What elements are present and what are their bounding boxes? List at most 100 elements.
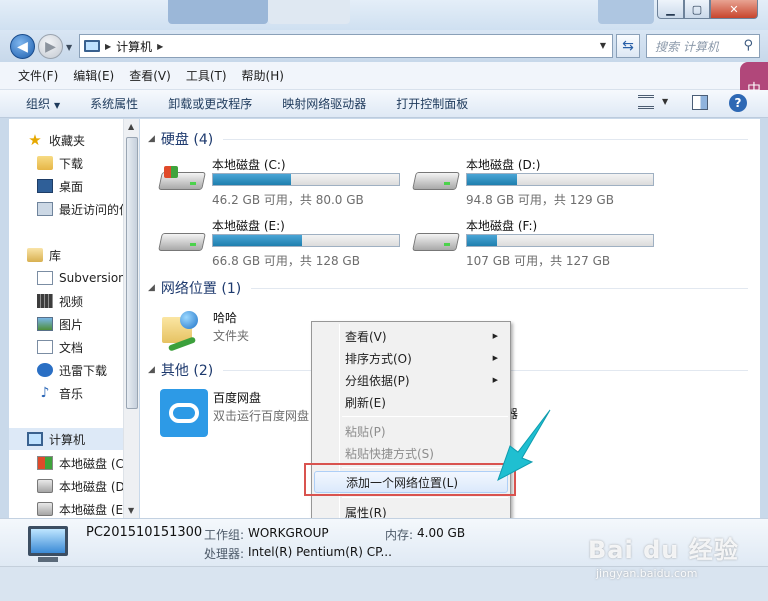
music-note-icon: ♪	[40, 385, 50, 401]
drive-tile[interactable]: 本地磁盘 (E:) 66.8 GB 可用，共 128 GB	[158, 217, 410, 269]
scroll-thumb[interactable]	[126, 137, 138, 409]
nav-label: 本地磁盘 (D	[59, 479, 125, 494]
breadcrumb-computer[interactable]: 计算机	[116, 38, 152, 55]
menu-separator	[342, 416, 508, 417]
minimize-button[interactable]: ▁	[657, 0, 684, 19]
memory-value: 4.00 GB	[417, 526, 466, 540]
star-icon: ★	[28, 131, 42, 149]
baidu-netdisk-item[interactable]: 百度网盘 双击运行百度网盘	[160, 389, 310, 439]
forward-button[interactable]: ▶	[38, 34, 63, 59]
search-icon[interactable]: ⚲	[743, 38, 753, 53]
section-hard-disks[interactable]: ◢ 硬盘 (4)	[148, 129, 748, 149]
section-network-locations[interactable]: ◢ 网络位置 (1)	[148, 278, 748, 298]
hard-drive-icon	[412, 166, 460, 194]
nav-label: 下载	[59, 156, 84, 171]
submenu-arrow-icon: ▶	[492, 332, 498, 340]
change-view-icon[interactable]	[638, 95, 654, 109]
background-window-tab	[168, 0, 268, 24]
system-properties-button[interactable]: 系统属性	[90, 95, 138, 112]
nav-computer[interactable]: 计算机	[9, 428, 124, 450]
item-name: 百度网盘	[213, 391, 262, 405]
menu-item-refresh[interactable]: 刷新(E)	[314, 391, 508, 413]
nav-scrollbar[interactable]: ▲ ▼	[123, 119, 139, 518]
menu-item-label: 排序方式(O)	[345, 351, 412, 366]
highlight-box	[304, 463, 516, 496]
organize-button[interactable]: 组织 ▼	[26, 95, 60, 112]
annotation-arrow-icon	[497, 409, 551, 482]
menu-edit[interactable]: 编辑(E)	[73, 67, 114, 84]
scroll-down-icon[interactable]: ▼	[128, 506, 134, 515]
folder-icon	[37, 156, 53, 170]
hard-drive-icon	[37, 502, 53, 516]
open-control-panel-button[interactable]: 打开控制面板	[396, 95, 468, 112]
menu-tools[interactable]: 工具(T)	[186, 67, 227, 84]
drive-tile[interactable]: 本地磁盘 (D:) 94.8 GB 可用，共 129 GB	[412, 156, 664, 208]
breadcrumb-chevron-icon[interactable]: ▶	[105, 42, 111, 51]
item-type: 文件夹	[213, 329, 250, 343]
processor-value: Intel(R) Pentium(R) CP...	[248, 545, 392, 559]
drive-usage-bar	[466, 234, 654, 247]
item-description: 双击运行百度网盘	[213, 409, 310, 423]
menu-help[interactable]: 帮助(H)	[242, 67, 284, 84]
map-network-drive-button[interactable]: 映射网络驱动器	[282, 95, 366, 112]
address-bar[interactable]: ▶ 计算机 ▶ ▼	[79, 34, 613, 58]
menu-separator	[342, 497, 508, 498]
nav-label: 迅雷下载	[59, 363, 108, 378]
recent-places-icon	[37, 202, 53, 216]
memory-label: 内存:	[385, 528, 414, 542]
preview-pane-icon[interactable]	[692, 95, 708, 110]
menu-item-paste[interactable]: 粘贴(P)	[314, 420, 508, 442]
maximize-button[interactable]: ▢	[684, 0, 710, 19]
nav-label: 桌面	[59, 179, 84, 194]
nav-label: Subversion	[59, 271, 126, 285]
workgroup-label: 工作组:	[204, 528, 245, 542]
menu-item-view[interactable]: 查看(V) ▶	[314, 325, 508, 347]
picture-icon	[37, 317, 53, 331]
menu-bar: 文件(F) 编辑(E) 查看(V) 工具(T) 帮助(H)	[0, 62, 768, 90]
chevron-down-icon: ▼	[54, 101, 61, 110]
drive-free-space: 46.2 GB 可用，共 80.0 GB	[212, 193, 364, 207]
nav-label: 本地磁盘 (C	[59, 456, 124, 471]
menu-item-paste-shortcut[interactable]: 粘贴快捷方式(S)	[314, 442, 508, 464]
address-dropdown-icon[interactable]: ▼	[600, 41, 606, 50]
back-button[interactable]: ◀	[10, 34, 35, 59]
item-name: 哈哈	[213, 311, 238, 325]
drive-tile[interactable]: 本地磁盘 (F:) 107 GB 可用，共 127 GB	[412, 217, 664, 269]
menu-file[interactable]: 文件(F)	[18, 67, 58, 84]
navigation-bar: ◀ ▶ ▼ ▶ 计算机 ▶ ▼ ⇆ 搜索 计算机 ⚲	[0, 30, 768, 62]
computer-stand	[38, 557, 58, 562]
baidu-netdisk-icon	[160, 389, 208, 437]
computer-name: PC201510151300	[86, 525, 203, 540]
xunlei-icon	[37, 363, 53, 377]
navigation-pane: ★ 收藏夹 下载 桌面 最近访问的位 库 Subversion 视频 图片 文档 …	[9, 119, 139, 518]
close-button[interactable]: ✕	[710, 0, 758, 19]
nav-label: 音乐	[59, 386, 84, 401]
menu-item-label: 刷新(E)	[345, 395, 386, 410]
menu-view[interactable]: 查看(V)	[129, 67, 171, 84]
menu-item-group-by[interactable]: 分组依据(P) ▶	[314, 369, 508, 391]
uninstall-program-button[interactable]: 卸载或更改程序	[168, 95, 252, 112]
drive-usage-bar	[212, 234, 400, 247]
network-location-item[interactable]: 哈哈 文件夹	[160, 309, 280, 353]
breadcrumb-chevron-icon[interactable]: ▶	[157, 42, 163, 51]
background-window-tab	[598, 0, 654, 24]
windows-drive-icon	[158, 166, 206, 194]
document-icon	[37, 271, 53, 285]
section-title: 网络位置 (1)	[160, 281, 242, 297]
help-icon[interactable]: ?	[729, 94, 747, 112]
workgroup-value: WORKGROUP	[248, 526, 329, 540]
hard-drive-icon	[158, 227, 206, 255]
menu-item-label: 分组依据(P)	[345, 373, 410, 388]
organize-label: 组织	[26, 97, 51, 111]
refresh-button[interactable]: ⇆	[616, 34, 640, 58]
baidu-jingyan-watermark: Bai du 经验	[588, 536, 739, 564]
drive-name: 本地磁盘 (D:)	[466, 158, 541, 172]
search-input[interactable]: 搜索 计算机 ⚲	[646, 34, 760, 58]
menu-item-sort-by[interactable]: 排序方式(O) ▶	[314, 347, 508, 369]
view-options-dropdown[interactable]: ▼	[662, 97, 668, 106]
drive-tile[interactable]: 本地磁盘 (C:) 46.2 GB 可用，共 80.0 GB	[158, 156, 410, 208]
nav-label: 计算机	[49, 432, 86, 447]
scroll-up-icon[interactable]: ▲	[128, 122, 134, 131]
recent-pages-dropdown[interactable]: ▼	[66, 43, 72, 52]
submenu-arrow-icon: ▶	[492, 354, 498, 362]
